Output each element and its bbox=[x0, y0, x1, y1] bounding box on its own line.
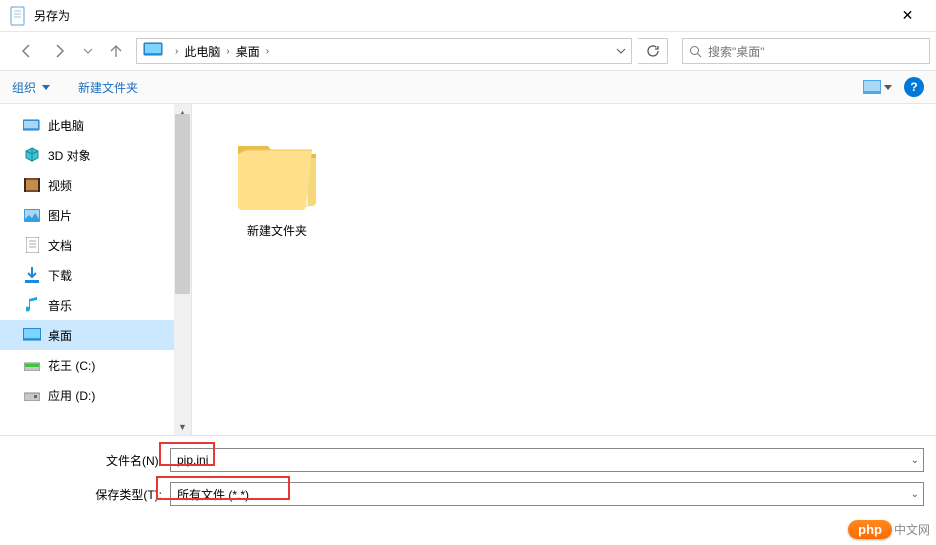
drive-icon bbox=[22, 359, 42, 371]
search-input[interactable]: 搜索"桌面" bbox=[682, 38, 930, 64]
sidebar: 此电脑 3D 对象 视频 图片 文档 下载 bbox=[0, 104, 192, 435]
body: 此电脑 3D 对象 视频 图片 文档 下载 bbox=[0, 104, 936, 435]
chevron-right-icon: › bbox=[226, 46, 229, 57]
sidebar-item-drive-c[interactable]: 花王 (C:) bbox=[0, 350, 191, 380]
search-placeholder: 搜索"桌面" bbox=[708, 43, 765, 60]
drive-icon bbox=[22, 389, 42, 401]
recent-dropdown[interactable] bbox=[80, 37, 96, 65]
new-folder-button[interactable]: 新建文件夹 bbox=[78, 79, 138, 96]
filename-label: 文件名(N): bbox=[12, 452, 162, 469]
filetype-select[interactable]: 所有文件 (*.*) ⌄ bbox=[170, 482, 924, 506]
address-bar[interactable]: › 此电脑 › 桌面 › bbox=[136, 38, 632, 64]
filetype-label: 保存类型(T): bbox=[12, 486, 162, 503]
pc-icon bbox=[22, 118, 42, 132]
search-icon bbox=[689, 45, 702, 58]
back-button[interactable] bbox=[12, 37, 40, 65]
help-button[interactable]: ? bbox=[904, 77, 924, 97]
video-icon bbox=[22, 178, 42, 192]
filename-input[interactable]: pip.ini ⌄ bbox=[170, 448, 924, 472]
sidebar-item-pictures[interactable]: 图片 bbox=[0, 200, 191, 230]
chevron-down-icon[interactable]: ⌄ bbox=[911, 455, 919, 466]
sidebar-item-this-pc[interactable]: 此电脑 bbox=[0, 110, 191, 140]
doc-icon bbox=[22, 237, 42, 253]
refresh-button[interactable] bbox=[638, 38, 668, 64]
crumb-current[interactable]: 桌面 bbox=[236, 43, 260, 60]
3d-icon bbox=[22, 147, 42, 163]
watermark: php 中文网 bbox=[848, 520, 930, 539]
address-dropdown[interactable] bbox=[611, 48, 631, 54]
tree: 此电脑 3D 对象 视频 图片 文档 下载 bbox=[0, 104, 191, 410]
chevron-right-icon: › bbox=[266, 46, 269, 57]
chevron-down-icon[interactable]: ⌄ bbox=[911, 489, 919, 500]
organize-button[interactable]: 组织 bbox=[12, 79, 50, 96]
crumb-root[interactable]: 此电脑 bbox=[184, 43, 220, 60]
title-bar: 另存为 ✕ bbox=[0, 0, 936, 32]
chevron-right-icon: › bbox=[175, 46, 178, 57]
folder-item[interactable]: 新建文件夹 bbox=[222, 124, 332, 239]
sidebar-item-videos[interactable]: 视频 bbox=[0, 170, 191, 200]
folder-label: 新建文件夹 bbox=[222, 222, 332, 239]
watermark-text: 中文网 bbox=[894, 521, 930, 538]
sidebar-item-downloads[interactable]: 下载 bbox=[0, 260, 191, 290]
download-icon bbox=[22, 267, 42, 283]
watermark-badge: php bbox=[848, 520, 892, 539]
forward-button[interactable] bbox=[46, 37, 74, 65]
close-button[interactable]: ✕ bbox=[885, 7, 930, 24]
nav-row: › 此电脑 › 桌面 › 搜索"桌面" bbox=[0, 32, 936, 70]
sidebar-item-documents[interactable]: 文档 bbox=[0, 230, 191, 260]
sidebar-item-desktop[interactable]: 桌面 bbox=[0, 320, 191, 350]
sidebar-item-drive-d[interactable]: 应用 (D:) bbox=[0, 380, 191, 410]
image-icon bbox=[22, 209, 42, 222]
content-area[interactable]: 新建文件夹 bbox=[192, 104, 936, 435]
sidebar-item-music[interactable]: 音乐 bbox=[0, 290, 191, 320]
window-title: 另存为 bbox=[34, 7, 885, 24]
desktop-icon bbox=[22, 328, 42, 342]
scroll-thumb[interactable] bbox=[175, 114, 190, 294]
sidebar-item-3d-objects[interactable]: 3D 对象 bbox=[0, 140, 191, 170]
scroll-down-icon[interactable]: ▼ bbox=[174, 418, 191, 435]
up-button[interactable] bbox=[102, 37, 130, 65]
folder-icon bbox=[232, 124, 322, 214]
music-icon bbox=[22, 297, 42, 313]
sidebar-scrollbar[interactable]: ▲ ▼ bbox=[174, 104, 191, 435]
desktop-icon bbox=[143, 42, 163, 60]
app-icon bbox=[10, 6, 26, 26]
toolbar: 组织 新建文件夹 ? bbox=[0, 70, 936, 104]
view-button[interactable] bbox=[863, 80, 892, 94]
bottom-panel: 文件名(N): pip.ini ⌄ 保存类型(T): 所有文件 (*.*) ⌄ bbox=[0, 435, 936, 522]
